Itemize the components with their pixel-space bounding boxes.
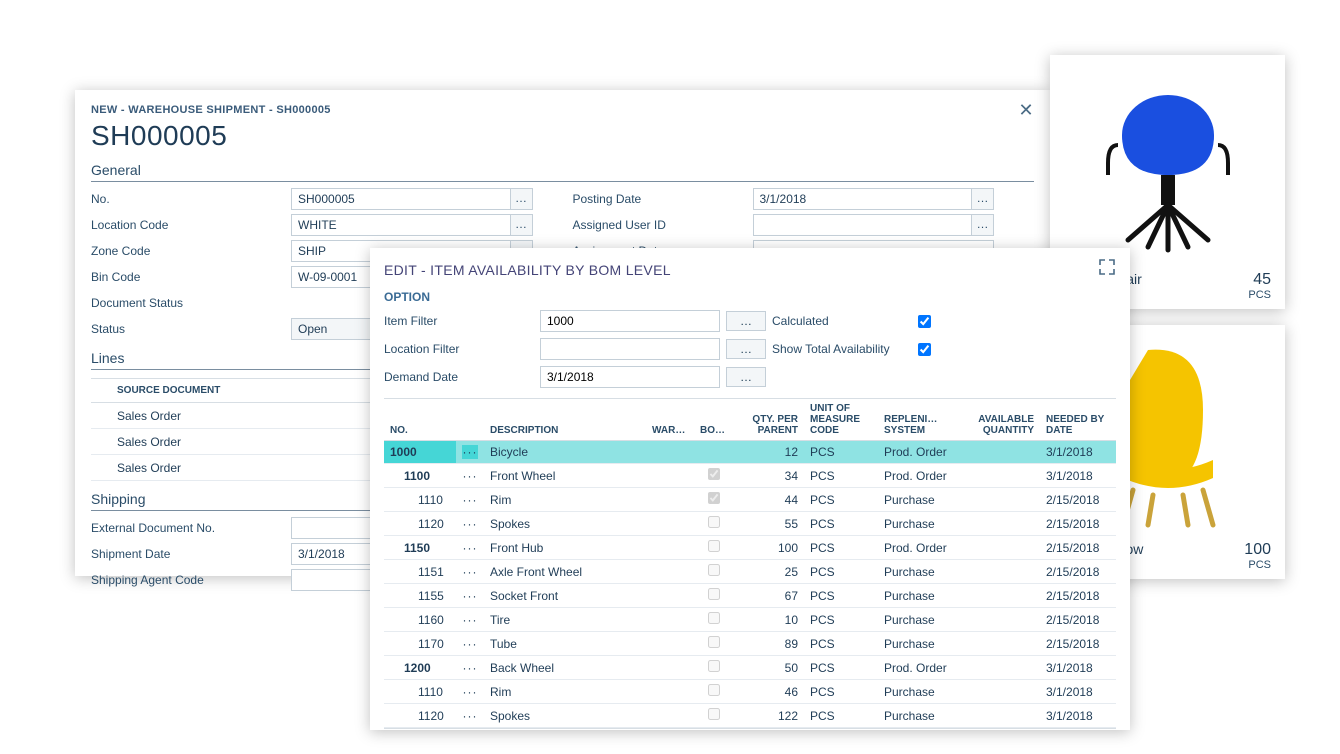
no-lookup[interactable]: … — [511, 188, 533, 210]
item-availability-modal: EDIT - ITEM AVAILABILITY BY BOM LEVEL OP… — [370, 248, 1130, 730]
table-row[interactable]: 1100 ··· Front Wheel 34PCSProd. Order3/1… — [384, 464, 1116, 488]
row-menu-icon[interactable]: ··· — [462, 517, 478, 531]
showtotal-checkbox[interactable] — [918, 343, 931, 356]
row-menu-icon[interactable]: ··· — [462, 589, 478, 603]
close-icon[interactable]: ✕ — [1016, 100, 1036, 120]
bo-checkbox — [708, 684, 720, 696]
row-menu-icon[interactable]: ··· — [462, 637, 478, 651]
agent-label: Shipping Agent Code — [91, 569, 291, 591]
table-row[interactable]: 1150 ··· Front Hub 100PCSProd. Order2/15… — [384, 536, 1116, 560]
col-bo[interactable]: BO… — [694, 399, 734, 441]
table-row[interactable]: 1120 ··· Spokes 122PCSPurchase3/1/2018 — [384, 704, 1116, 728]
loc-field[interactable] — [291, 214, 511, 236]
item-filter-lookup[interactable]: … — [726, 311, 766, 331]
calculated-label: Calculated — [772, 314, 912, 328]
bo-checkbox — [708, 708, 720, 720]
no-field[interactable] — [291, 188, 511, 210]
col-desc[interactable]: DESCRIPTION — [484, 399, 646, 441]
row-menu-icon[interactable]: ··· — [462, 469, 478, 483]
posting-lookup[interactable]: … — [972, 188, 994, 210]
page-title: SH000005 — [91, 120, 1034, 152]
bin-label: Bin Code — [91, 266, 291, 288]
col-war[interactable]: WAR… — [646, 399, 694, 441]
bo-checkbox — [708, 612, 720, 624]
table-row[interactable]: 1110 ··· Rim 46PCSPurchase3/1/2018 — [384, 680, 1116, 704]
posting-label: Posting Date — [573, 188, 753, 210]
bo-checkbox — [708, 540, 720, 552]
loc-label: Location Code — [91, 214, 291, 236]
table-row[interactable]: 1110 ··· Rim 44PCSPurchase2/15/2018 — [384, 488, 1116, 512]
col-uom[interactable]: UNIT OF MEASURE CODE — [804, 399, 878, 441]
col-avail[interactable]: AVAILABLE QUANTITY — [962, 399, 1040, 441]
breadcrumb: NEW - WAREHOUSE SHIPMENT - SH000005 — [91, 104, 1034, 116]
row-menu-icon[interactable]: ··· — [462, 709, 478, 723]
product-qty: 45 — [1253, 271, 1271, 289]
bo-checkbox — [708, 516, 720, 528]
product-qty: 100 — [1244, 541, 1271, 559]
modal-title: EDIT - ITEM AVAILABILITY BY BOM LEVEL — [384, 262, 1116, 278]
col-repl[interactable]: REPLENI… SYSTEM — [878, 399, 962, 441]
product-image — [1064, 65, 1271, 265]
bo-checkbox — [708, 468, 720, 480]
loc-filter-field[interactable] — [540, 338, 720, 360]
user-lookup[interactable]: … — [972, 214, 994, 236]
bo-checkbox — [708, 564, 720, 576]
table-row[interactable]: 1151 ··· Axle Front Wheel 25PCSPurchase2… — [384, 560, 1116, 584]
table-row[interactable]: 1170 ··· Tube 89PCSPurchase2/15/2018 — [384, 632, 1116, 656]
zone-label: Zone Code — [91, 240, 291, 262]
shipdate-label: Shipment Date — [91, 543, 291, 565]
row-menu-icon[interactable]: ··· — [462, 685, 478, 699]
col-qty[interactable]: QTY. PER PARENT — [734, 399, 804, 441]
table-row[interactable]: 1160 ··· Tire 10PCSPurchase2/15/2018 — [384, 608, 1116, 632]
row-menu-icon[interactable]: ··· — [462, 445, 478, 459]
bo-checkbox — [708, 660, 720, 672]
table-row[interactable]: 1155 ··· Socket Front 67PCSPurchase2/15/… — [384, 584, 1116, 608]
loc-filter-label: Location Filter — [384, 342, 534, 356]
row-menu-icon[interactable]: ··· — [462, 565, 478, 579]
table-row[interactable]: 1200 ··· Back Wheel 50PCSProd. Order3/1/… — [384, 656, 1116, 680]
ext-label: External Document No. — [91, 517, 291, 539]
user-label: Assigned User ID — [573, 214, 753, 236]
row-menu-icon[interactable]: ··· — [462, 493, 478, 507]
status-label: Status — [91, 318, 291, 340]
posting-field[interactable] — [753, 188, 973, 210]
demand-field[interactable] — [540, 366, 720, 388]
calculated-checkbox[interactable] — [918, 315, 931, 328]
expand-icon[interactable] — [1098, 258, 1116, 276]
table-row[interactable]: 1000 ··· Bicycle 12PCSProd. Order3/1/201… — [384, 441, 1116, 464]
row-menu-icon[interactable]: ··· — [462, 541, 478, 555]
loc-filter-lookup[interactable]: … — [726, 339, 766, 359]
item-filter-field[interactable] — [540, 310, 720, 332]
bom-table: NO. DESCRIPTION WAR… BO… QTY. PER PARENT… — [384, 398, 1116, 729]
col-needed[interactable]: NEEDED BY DATE — [1040, 399, 1116, 441]
demand-label: Demand Date — [384, 370, 534, 384]
user-field[interactable] — [753, 214, 973, 236]
bo-checkbox — [708, 492, 720, 504]
showtotal-label: Show Total Availability — [772, 342, 912, 356]
bo-checkbox — [708, 636, 720, 648]
bo-checkbox — [708, 588, 720, 600]
section-general[interactable]: General — [91, 162, 1034, 182]
row-menu-icon[interactable]: ··· — [462, 661, 478, 675]
table-row[interactable]: 1120 ··· Spokes 55PCSPurchase2/15/2018 — [384, 512, 1116, 536]
row-menu-icon[interactable]: ··· — [462, 613, 478, 627]
demand-lookup[interactable]: … — [726, 367, 766, 387]
no-label: No. — [91, 188, 291, 210]
loc-lookup[interactable]: … — [511, 214, 533, 236]
docstatus-label: Document Status — [91, 292, 291, 314]
option-head: OPTION — [384, 290, 1116, 304]
col-no[interactable]: NO. — [384, 399, 456, 441]
item-filter-label: Item Filter — [384, 314, 534, 328]
